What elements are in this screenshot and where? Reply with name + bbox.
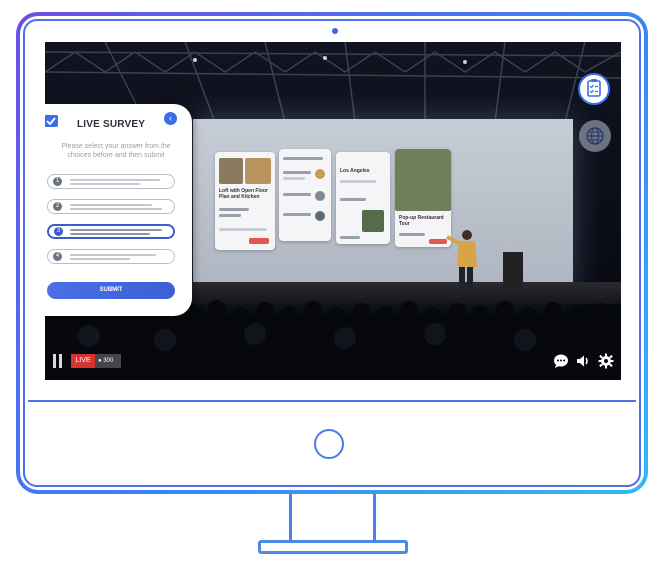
language-button[interactable]	[579, 120, 611, 152]
live-survey-panel: LIVE SURVEY ‹ Please select your answer …	[45, 104, 192, 316]
slide-card-title: Los Angeles	[340, 168, 370, 174]
survey-choice-3[interactable]: 3	[47, 224, 175, 239]
monitor-chin-divider	[28, 400, 636, 402]
globe-icon	[586, 127, 604, 145]
speaker-icon[interactable]	[575, 353, 591, 369]
slide-app-card: Loft with Open Floor Plan and Kitchen	[215, 152, 275, 250]
survey-choice-4[interactable]: 4	[47, 249, 175, 264]
survey-toggle-button[interactable]	[578, 73, 610, 105]
webcam-dot	[332, 28, 338, 34]
monitor-stand-neck	[289, 494, 376, 542]
live-badge: LIVE	[71, 354, 95, 368]
monitor-power-button	[314, 429, 344, 459]
viewer-count: ● 300	[95, 354, 121, 368]
slide-card-title: Pop-up Restaurant Tour	[399, 215, 444, 227]
person-icon: ●	[98, 358, 102, 364]
submit-button[interactable]: SUBMIT	[47, 282, 175, 299]
chat-bubble-icon[interactable]	[553, 353, 569, 369]
slide-app-card	[279, 149, 331, 241]
choice-number: 1	[53, 177, 62, 186]
slide-card-title: Loft with Open Floor Plan and Kitchen	[219, 188, 268, 200]
survey-check-icon	[45, 115, 58, 127]
gear-icon[interactable]	[598, 353, 614, 369]
choice-number: 4	[53, 252, 62, 261]
collapse-survey-button[interactable]: ‹	[164, 112, 177, 125]
clipboard-checklist-icon	[587, 79, 601, 97]
video-player[interactable]: Loft with Open Floor Plan and Kitchen Lo…	[45, 42, 621, 380]
slide-app-card: Pop-up Restaurant Tour	[395, 149, 451, 247]
choice-number: 2	[53, 202, 62, 211]
choice-number: 3	[54, 227, 63, 236]
survey-title: LIVE SURVEY	[77, 119, 146, 130]
presenter-figure	[446, 230, 477, 293]
pause-button[interactable]	[53, 354, 62, 368]
monitor-stand-base	[258, 540, 408, 554]
viewer-count-value: 300	[103, 358, 114, 364]
survey-choice-1[interactable]: 1	[47, 174, 175, 189]
podium	[503, 252, 523, 290]
survey-instructions: Please select your answer from the choic…	[61, 143, 171, 159]
chevron-left-icon: ‹	[169, 113, 172, 123]
survey-choice-2[interactable]: 2	[47, 199, 175, 214]
slide-app-card: Los Angeles	[336, 152, 390, 244]
